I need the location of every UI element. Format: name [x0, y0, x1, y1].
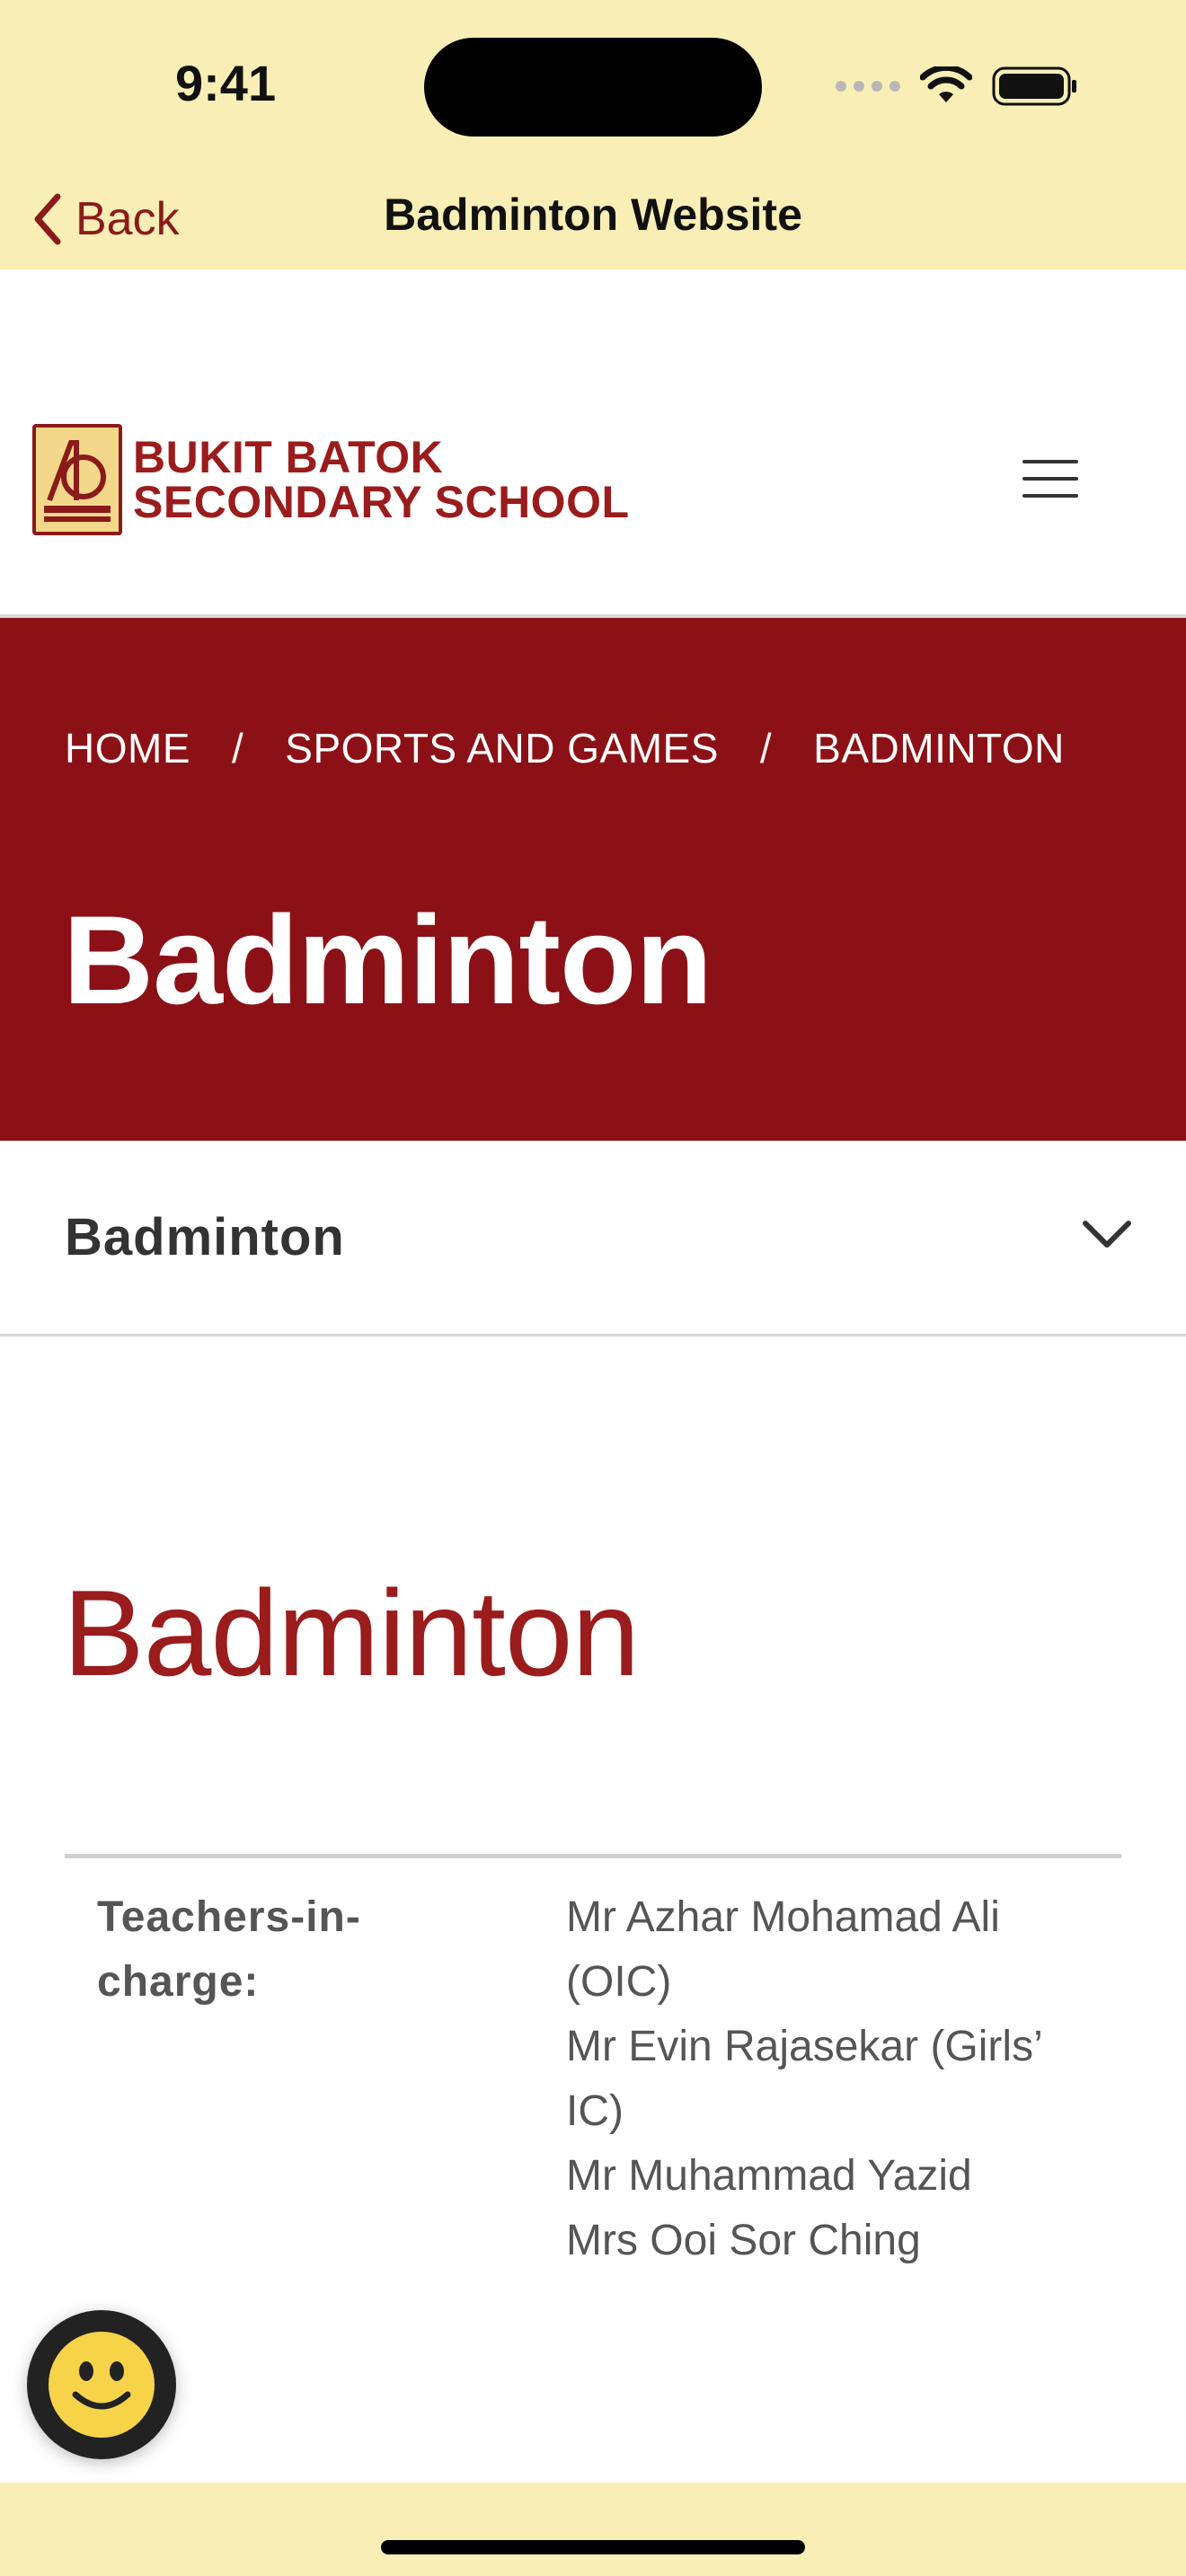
- info-table: Teachers-in-charge: Mr Azhar Mohamad Ali…: [65, 1854, 1121, 2264]
- bottom-bar: [0, 2483, 1186, 2576]
- status-icons: [836, 63, 1078, 110]
- hamburger-icon[interactable]: [1022, 460, 1078, 498]
- dynamic-island: [424, 38, 762, 137]
- breadcrumb-badminton[interactable]: BADMINTON: [813, 724, 1065, 772]
- site-header: BUKIT BATOK SECONDARY SCHOOL: [0, 269, 1186, 618]
- breadcrumb-separator: /: [759, 725, 773, 772]
- logo-line-1: BUKIT BATOK: [133, 432, 444, 482]
- breadcrumb-home[interactable]: HOME: [65, 724, 190, 772]
- info-label: Teachers-in-charge:: [97, 1893, 361, 2006]
- teacher-name: Mr Azhar Mohamad Ali (OIC): [566, 1893, 1000, 2006]
- school-logo[interactable]: BUKIT BATOK SECONDARY SCHOOL: [32, 424, 630, 535]
- logo-text: BUKIT BATOK SECONDARY SCHOOL: [133, 435, 630, 525]
- status-bar: 9:41: [0, 0, 1186, 171]
- breadcrumb-separator: /: [232, 725, 244, 772]
- accordion-label: Badminton: [65, 1208, 345, 1266]
- home-indicator[interactable]: [381, 2540, 805, 2554]
- screen: 9:41 Back Badminton Website BUKIT BATOK …: [0, 0, 1186, 2576]
- chat-button[interactable]: [27, 2310, 176, 2459]
- breadcrumb-sports-and-games[interactable]: SPORTS AND GAMES: [285, 724, 719, 772]
- battery-icon: [992, 66, 1076, 106]
- content-title: Badminton: [63, 1565, 640, 1701]
- school-crest-icon: [32, 424, 122, 535]
- hero-banner: HOME / SPORTS AND GAMES / BADMINTON Badm…: [0, 618, 1186, 1141]
- info-values: Mr Azhar Mohamad Ali (OIC) Mr Evin Rajas…: [566, 1885, 1087, 2273]
- teacher-name: Mr Muhammad Yazid: [566, 2152, 972, 2200]
- cellular-signal-icon: [836, 81, 900, 92]
- wifi-icon: [920, 66, 972, 102]
- breadcrumb: HOME / SPORTS AND GAMES / BADMINTON: [65, 724, 1065, 772]
- nav-title: Badminton Website: [384, 190, 802, 240]
- page-title: Badminton: [63, 889, 712, 1030]
- chevron-down-icon: [1083, 1221, 1131, 1248]
- teacher-name: Mr Evin Rajasekar (Girls’ IC): [566, 2023, 1041, 2135]
- status-time: 9:41: [175, 55, 277, 111]
- logo-line-2: SECONDARY SCHOOL: [133, 477, 630, 527]
- section-accordion[interactable]: Badminton: [0, 1141, 1186, 1337]
- smiley-icon: [49, 2332, 155, 2438]
- navigation-bar: Back Badminton Website: [0, 171, 1186, 269]
- teacher-name: Mrs Ooi Sor Ching: [566, 2217, 921, 2264]
